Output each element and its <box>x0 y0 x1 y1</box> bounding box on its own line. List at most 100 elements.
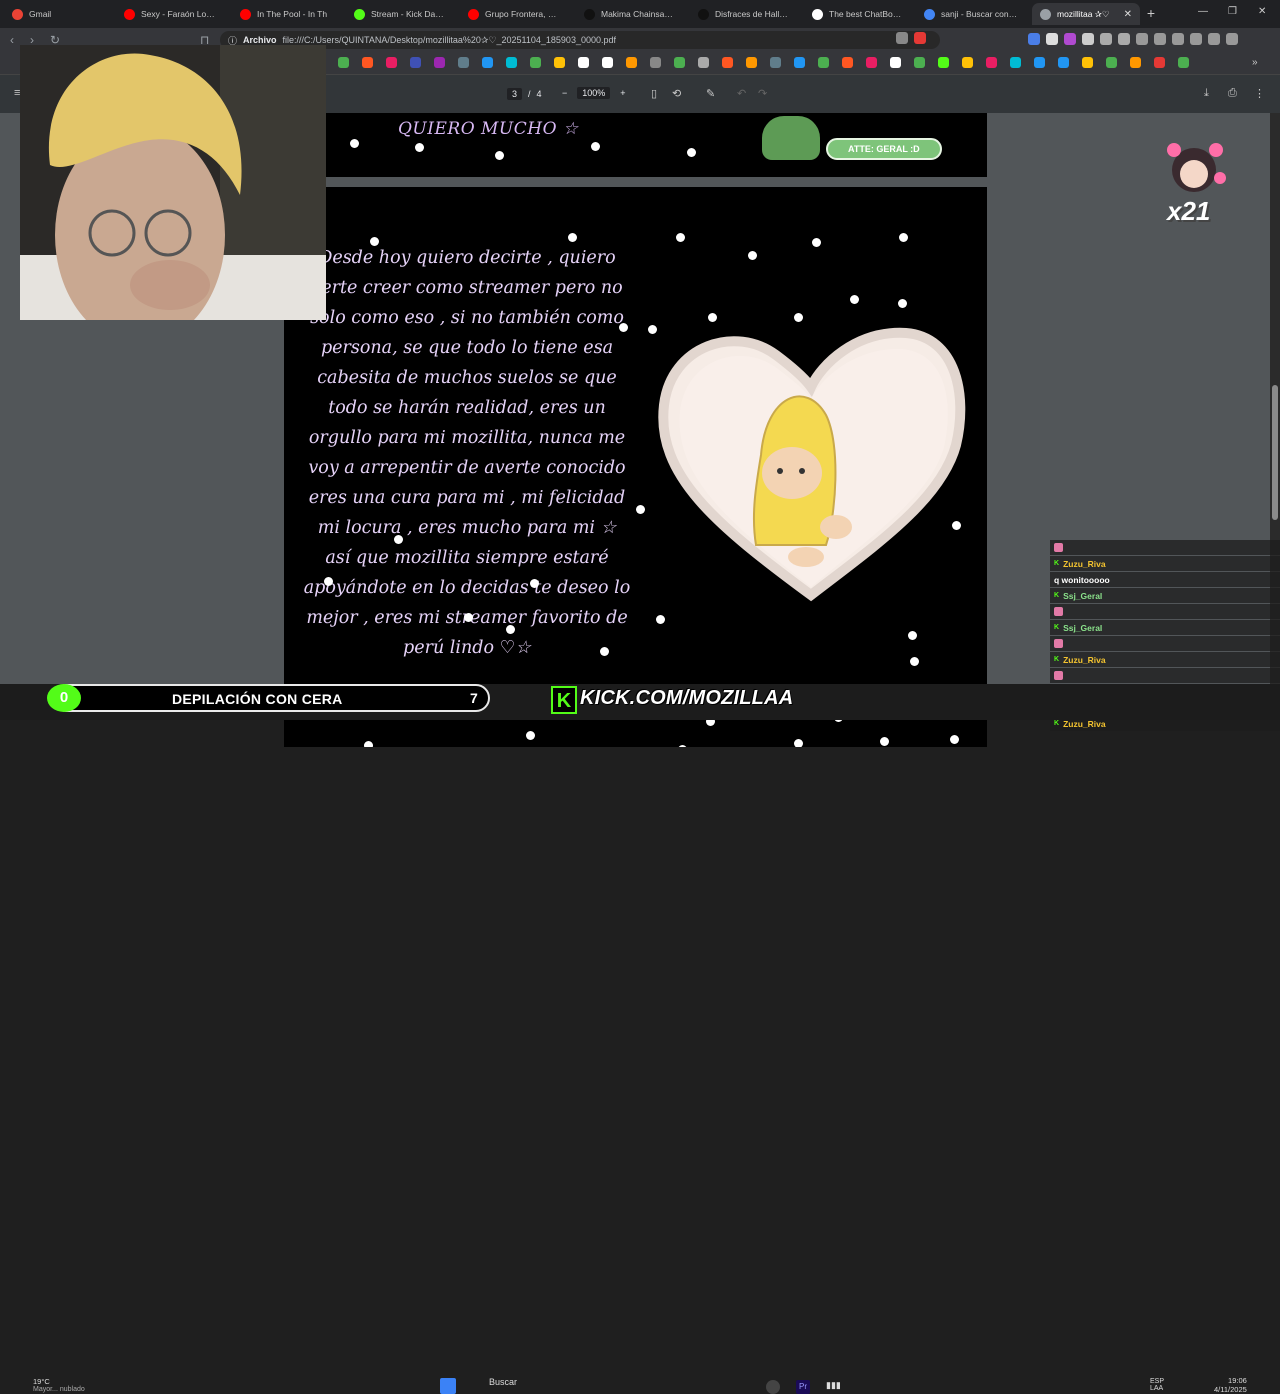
bookmark-icon[interactable] <box>1058 57 1069 68</box>
translate-icon[interactable] <box>1028 33 1040 45</box>
obs-icon[interactable] <box>766 1380 780 1394</box>
bookmark-icon[interactable] <box>602 57 613 68</box>
scrollbar-thumb[interactable] <box>1272 385 1278 520</box>
bookmark-icon[interactable] <box>866 57 877 68</box>
bookmark-icon[interactable] <box>1130 57 1141 68</box>
more-options-icon[interactable]: ⋮ <box>1254 87 1265 100</box>
bookmark-icon[interactable] <box>770 57 781 68</box>
bookmark-icon[interactable] <box>674 57 685 68</box>
language-indicator[interactable]: ESP LAA <box>1150 1378 1164 1392</box>
browser-tab[interactable]: In The Pool - In Th <box>232 3 340 25</box>
bookmark-icon[interactable] <box>434 57 445 68</box>
kick-url: KICK.COM/MOZILLAA <box>580 687 794 709</box>
bookmark-icon[interactable] <box>1034 57 1045 68</box>
bookmark-icon[interactable] <box>506 57 517 68</box>
bookmark-icon[interactable] <box>458 57 469 68</box>
bookmark-icon[interactable] <box>1154 57 1165 68</box>
wallet-icon[interactable] <box>1172 33 1184 45</box>
print-icon[interactable]: ⎙ <box>1228 87 1237 100</box>
bookmark-icon[interactable] <box>554 57 565 68</box>
bookmark-icon[interactable] <box>1010 57 1021 68</box>
shield-icon[interactable] <box>1208 33 1220 45</box>
bookmark-icon[interactable] <box>626 57 637 68</box>
current-page-input[interactable]: 3 <box>507 88 523 100</box>
bookmark-icon[interactable] <box>482 57 493 68</box>
back-icon[interactable]: ‹ <box>10 33 14 47</box>
snow-dot <box>952 521 961 530</box>
zoom-in-icon[interactable]: + <box>620 88 625 98</box>
more-bookmarks-icon[interactable]: » <box>1252 57 1263 68</box>
zoom-level[interactable]: 100% <box>577 87 611 99</box>
bookmark-icon[interactable] <box>914 57 925 68</box>
bookmark-icon[interactable] <box>818 57 829 68</box>
extension-icon[interactable] <box>1118 33 1130 45</box>
browser-tab[interactable]: Sexy - Faraón Love Sh <box>116 3 226 25</box>
sidebar-icon[interactable] <box>1154 33 1166 45</box>
bookmark-icon[interactable] <box>1178 57 1189 68</box>
premiere-icon[interactable]: Pr <box>796 1380 810 1394</box>
annotate-icon[interactable]: ✎ <box>706 87 715 100</box>
extension-icon[interactable] <box>1064 33 1076 45</box>
fit-page-icon[interactable]: ▯ <box>651 87 657 100</box>
bookmark-icon[interactable] <box>938 57 949 68</box>
menu-icon[interactable] <box>1226 33 1238 45</box>
emote-icon <box>1054 543 1063 552</box>
close-window-button[interactable]: ✕ <box>1258 6 1266 17</box>
tab-label: Makima Chainsaw Ma <box>601 9 676 19</box>
bookmark-icon[interactable] <box>746 57 757 68</box>
audio-levels-icon[interactable]: ▮▮▮ <box>826 1380 841 1391</box>
download-icon[interactable]: ⤓ <box>1204 87 1209 100</box>
chat-message: K Ssj_Geral <box>1050 588 1280 603</box>
bookmark-icon[interactable] <box>962 57 973 68</box>
extension-icon[interactable] <box>1100 33 1112 45</box>
bookmark-icon[interactable] <box>530 57 541 68</box>
browser-tab[interactable]: The best ChatBot and <box>804 3 910 25</box>
bookmark-icon[interactable] <box>986 57 997 68</box>
zoom-out-icon[interactable]: − <box>562 88 567 98</box>
shield-icon[interactable] <box>896 32 908 44</box>
bookmark-icon[interactable] <box>698 57 709 68</box>
extension-icon[interactable] <box>1046 33 1058 45</box>
chat-message <box>1050 636 1280 651</box>
warning-icon[interactable] <box>914 32 926 44</box>
browser-tab[interactable]: Makima Chainsaw Ma <box>576 3 684 25</box>
close-tab-icon[interactable]: ✕ <box>1124 9 1132 20</box>
bookmark-icon[interactable] <box>794 57 805 68</box>
bookmark-icon[interactable] <box>410 57 421 68</box>
redo-icon[interactable]: ↷ <box>758 87 767 100</box>
windows-start-icon[interactable] <box>440 1378 456 1394</box>
poem-line: Desde hoy quiero decirte , quiero <box>318 248 616 268</box>
browser-tab[interactable]: Stream - Kick Dashbo <box>346 3 454 25</box>
browser-tab[interactable]: Disfraces de Hallowee <box>690 3 798 25</box>
bookmark-icon[interactable] <box>1082 57 1093 68</box>
rotate-icon[interactable]: ⟲ <box>672 87 681 100</box>
snow-dot <box>568 233 577 242</box>
system-clock[interactable]: 19:06 4/11/2025 <box>1214 1376 1247 1394</box>
download-icon[interactable] <box>1136 33 1148 45</box>
bookmark-icon[interactable] <box>650 57 661 68</box>
omnibox[interactable]: ⓘ Archivo file:///C:/Users/QUINTANA/Desk… <box>220 31 940 49</box>
bookmark-icon[interactable] <box>578 57 589 68</box>
browser-tab[interactable]: mozillitaa ✰♡ ✕ <box>1032 3 1140 25</box>
undo-icon[interactable]: ↶ <box>737 87 746 100</box>
bookmark-icon[interactable] <box>362 57 373 68</box>
browser-tab[interactable]: Gmail <box>4 3 112 25</box>
bookmark-icon[interactable] <box>338 57 349 68</box>
new-tab-button[interactable]: + <box>1144 6 1158 20</box>
browser-tab[interactable]: sanji - Buscar con Goo <box>916 3 1026 25</box>
poem-line: apoyándote en lo decidas te deseo lo <box>303 578 631 598</box>
bookmark-icon[interactable] <box>842 57 853 68</box>
star-icon[interactable] <box>1190 33 1202 45</box>
bookmark-icon[interactable] <box>890 57 901 68</box>
page-indicator: 3 / 4 <box>507 88 542 100</box>
taskbar-search[interactable]: Buscar <box>489 1377 517 1387</box>
maximize-button[interactable]: ❐ <box>1228 6 1237 17</box>
weather-widget[interactable]: 19°C Mayor... nublado <box>33 1377 85 1393</box>
snow-dot <box>324 577 333 586</box>
bookmark-icon[interactable] <box>722 57 733 68</box>
bookmark-icon[interactable] <box>386 57 397 68</box>
puzzle-icon[interactable] <box>1082 33 1094 45</box>
bookmark-icon[interactable] <box>1106 57 1117 68</box>
browser-tab[interactable]: Grupo Frontera, Manu <box>460 3 570 25</box>
minimize-button[interactable]: — <box>1198 6 1208 17</box>
